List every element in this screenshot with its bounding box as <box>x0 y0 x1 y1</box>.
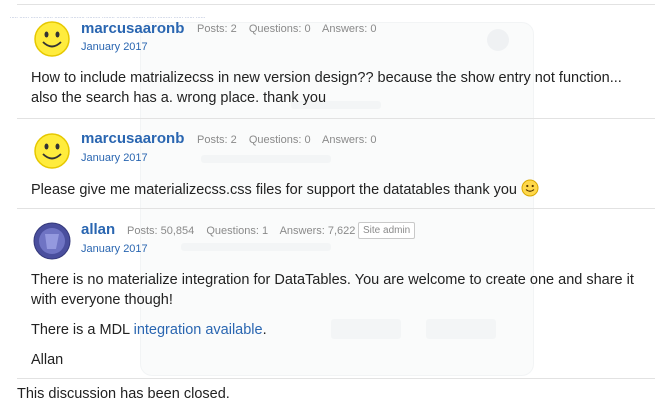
site-admin-badge: Site admin <box>358 222 416 239</box>
allan-avatar-icon <box>33 222 71 260</box>
author-link[interactable]: allan <box>81 221 115 238</box>
avatar[interactable] <box>33 222 71 260</box>
mdl-prefix-text: There is a MDL <box>31 322 134 338</box>
post-body: How to include matrializecss in new vers… <box>31 70 622 106</box>
answers-count[interactable]: Answers: 7,622 <box>280 225 356 237</box>
post-body-mdl: There is a MDL integration available. <box>31 320 649 340</box>
posts-count[interactable]: Posts: 50,854 <box>127 225 194 237</box>
answers-count[interactable]: Answers: 0 <box>322 134 376 146</box>
mdl-suffix-text: . <box>262 322 267 338</box>
questions-count[interactable]: Questions: 0 <box>249 23 311 35</box>
author-stats: Posts: 2 Questions: 0 Answers: 0 <box>197 134 385 146</box>
mdl-integration-link[interactable]: integration available <box>134 322 263 338</box>
post-body-text: Please give me materializecss.css files … <box>31 182 517 198</box>
post-date[interactable]: January 2017 <box>81 152 148 164</box>
smiley-emoji-icon <box>521 179 539 197</box>
discussion-closed-notice: This discussion has been closed. <box>17 386 230 402</box>
post-signature: Allan <box>31 352 64 368</box>
smiley-avatar-icon <box>34 133 70 169</box>
avatar[interactable] <box>33 132 71 170</box>
avatar[interactable] <box>33 20 71 58</box>
smiley-avatar-icon <box>34 21 70 57</box>
posts-count[interactable]: Posts: 2 <box>197 134 237 146</box>
answers-count[interactable]: Answers: 0 <box>322 23 376 35</box>
top-divider <box>17 4 655 5</box>
post-date[interactable]: January 2017 <box>81 41 148 53</box>
post-date[interactable]: January 2017 <box>81 243 148 255</box>
author-link[interactable]: marcusaaronb <box>81 20 184 37</box>
questions-count[interactable]: Questions: 0 <box>249 134 311 146</box>
author-stats: Posts: 50,854 Questions: 1 Answers: 7,62… <box>127 225 364 237</box>
posts-count[interactable]: Posts: 2 <box>197 23 237 35</box>
comment-post: allan Posts: 50,854 Questions: 1 Answers… <box>17 208 655 379</box>
questions-count[interactable]: Questions: 1 <box>206 225 268 237</box>
author-link[interactable]: marcusaaronb <box>81 130 184 147</box>
post-body: There is no materialize integration for … <box>31 272 634 308</box>
author-stats: Posts: 2 Questions: 0 Answers: 0 <box>197 23 385 35</box>
comment-post: marcusaaronb Posts: 2 Questions: 0 Answe… <box>17 6 655 119</box>
comment-post: marcusaaronb Posts: 2 Questions: 0 Answe… <box>17 118 655 209</box>
post-body: Please give me materializecss.css files … <box>31 179 649 200</box>
